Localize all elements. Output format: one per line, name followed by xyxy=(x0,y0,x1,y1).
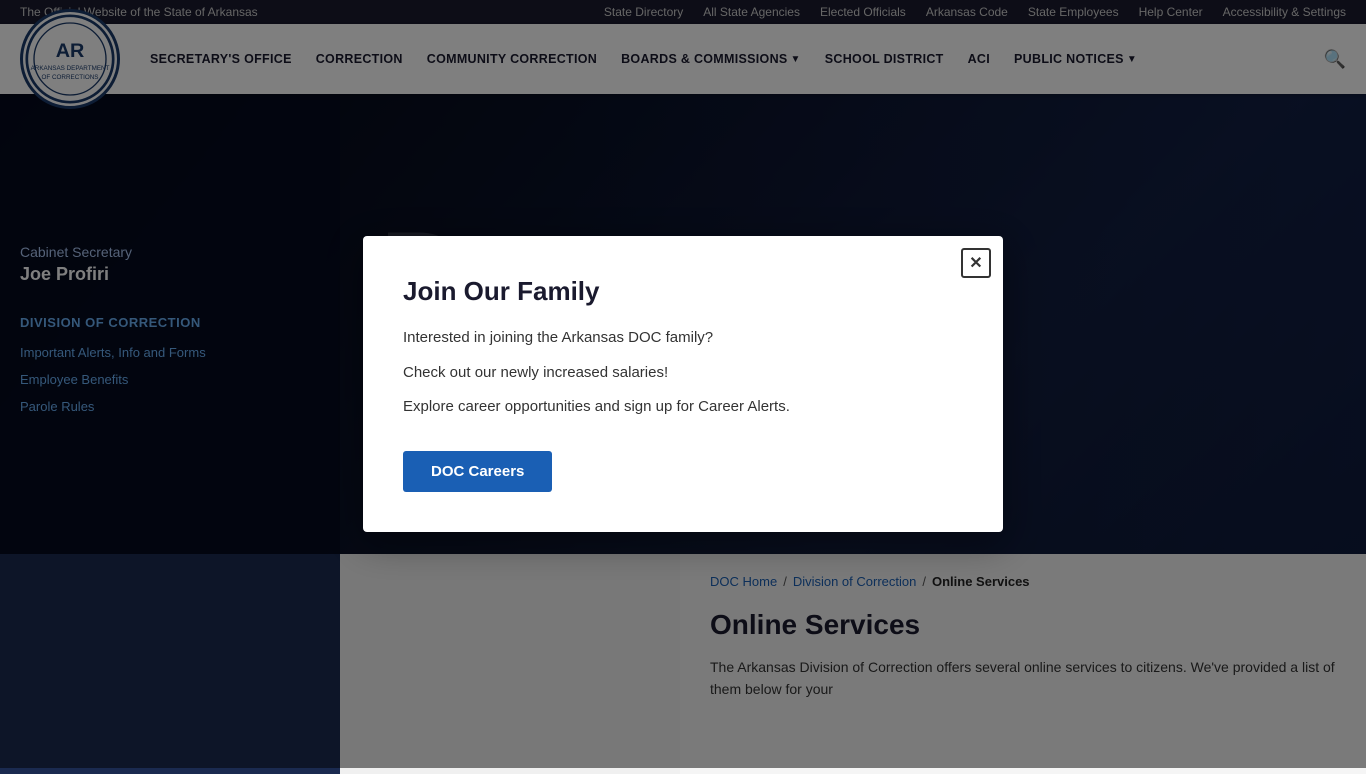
modal-title: Join Our Family xyxy=(403,276,963,307)
modal-text-1: Interested in joining the Arkansas DOC f… xyxy=(403,327,963,350)
modal-close-button[interactable]: ✕ xyxy=(961,248,991,278)
doc-careers-button[interactable]: DOC Careers xyxy=(403,451,552,492)
modal-text-2: Check out our newly increased salaries! xyxy=(403,362,963,385)
modal-dialog: ✕ Join Our Family Interested in joining … xyxy=(363,236,1003,532)
modal-overlay[interactable]: ✕ Join Our Family Interested in joining … xyxy=(0,0,1366,768)
modal-text-3: Explore career opportunities and sign up… xyxy=(403,396,963,419)
